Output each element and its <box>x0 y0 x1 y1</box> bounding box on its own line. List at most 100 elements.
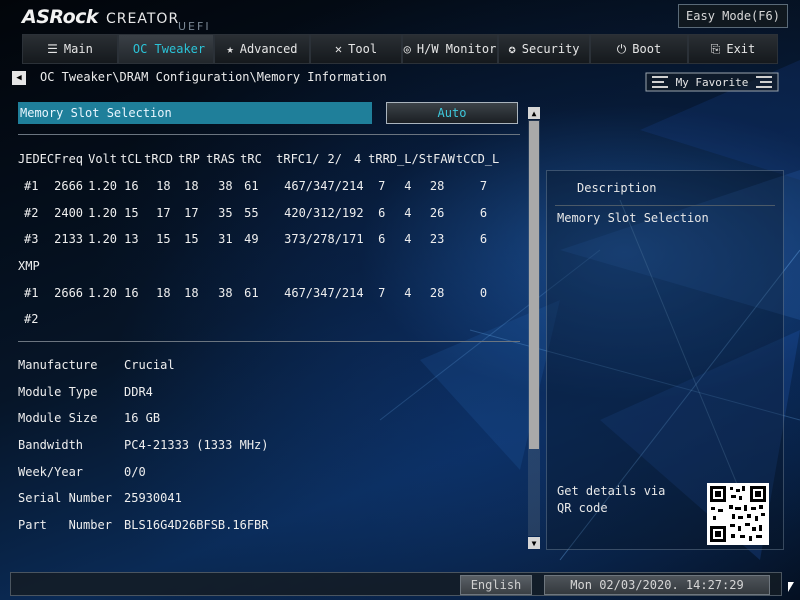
tab-main[interactable]: ☰ Main <box>22 34 118 64</box>
scroll-down-icon[interactable]: ▼ <box>528 537 540 549</box>
cell-id: #2 <box>24 205 39 220</box>
info-value: BLS16G4D26BFSB.16FBR <box>124 517 269 532</box>
cell-trrd-s: 4 <box>404 232 412 247</box>
easy-mode-button[interactable]: Easy Mode(F6) <box>678 4 788 28</box>
cell-id: #1 <box>24 179 39 194</box>
list-icon: ☰ <box>47 42 58 56</box>
cell-tcl: 16 <box>124 285 139 300</box>
scrollbar[interactable]: ▲ ▼ <box>528 107 540 549</box>
info-label: Bandwidth <box>18 438 84 453</box>
cell-tras: 38 <box>218 179 233 194</box>
back-button[interactable]: ◀ <box>12 71 26 85</box>
cell-trcd: 18 <box>156 179 171 194</box>
tab-label: Boot <box>632 42 662 56</box>
cell-trrd-l: 7 <box>378 179 386 194</box>
cell-trfc: 420/312/192 <box>284 205 364 220</box>
info-label: Week/Year <box>18 464 84 479</box>
cell-trc: 61 <box>244 285 259 300</box>
list-item: Module Type DDR4 <box>18 379 269 406</box>
timing-table: JEDEC Freq Volt tCL tRCD tRP tRAS tRC tR… <box>18 146 499 333</box>
firmware-label: UEFI <box>178 20 211 33</box>
monitor-icon: ◎ <box>403 42 411 56</box>
table-header-row: JEDEC Freq Volt tCL tRCD tRP tRAS tRC tR… <box>18 146 499 173</box>
cell-freq: 2666 <box>54 179 84 194</box>
memory-slot-selection-dropdown[interactable]: Auto <box>386 102 518 124</box>
info-value: 25930041 <box>124 491 182 506</box>
cell-tccd-l: 0 <box>479 285 488 300</box>
cell-tccd-l: 6 <box>479 205 488 220</box>
cell-freq: 2666 <box>54 285 84 300</box>
cell-trrd-l: 7 <box>378 285 386 300</box>
cell-trrd-l: 6 <box>378 205 386 220</box>
column-header: tCCD_L <box>455 152 500 167</box>
info-value: 16 GB <box>124 411 161 426</box>
cell-trc: 61 <box>244 179 259 194</box>
star-icon: ★ <box>226 42 234 56</box>
cell-tras: 38 <box>218 285 233 300</box>
cell-trrd-s: 4 <box>404 285 412 300</box>
asrock-logo: ASRock CREATOR UEFI <box>22 6 209 33</box>
scroll-up-icon[interactable]: ▲ <box>528 107 540 119</box>
tab-tool[interactable]: ✕ Tool <box>310 34 402 64</box>
tab-boot[interactable]: ⏻ Boot <box>590 34 688 64</box>
column-header: tCL <box>120 152 142 167</box>
cell-tras: 31 <box>218 232 233 247</box>
info-label: Serial Number <box>18 491 112 506</box>
cell-trp: 18 <box>184 285 199 300</box>
shield-icon: ✪ <box>508 42 516 56</box>
cell-volt: 1.20 <box>88 232 118 247</box>
header-trfc2: 2/ <box>327 152 342 167</box>
tab-label: H/W Monitor <box>416 42 497 56</box>
cell-trfc: 467/347/214 <box>284 285 364 300</box>
cell-trp: 17 <box>184 205 199 220</box>
list-item: Serial Number 25930041 <box>18 485 269 512</box>
divider <box>18 341 520 342</box>
column-header: tRC <box>240 152 262 167</box>
cell-volt: 1.20 <box>88 285 118 300</box>
list-item: Manufacture Crucial <box>18 352 269 379</box>
tab-hw-monitor[interactable]: ◎ H/W Monitor <box>402 34 498 64</box>
list-item: Bandwidth PC4-21333 (1333 MHz) <box>18 432 269 459</box>
info-value: 0/0 <box>124 464 146 479</box>
table-row: #3 2133 1.20 13 15 15 31 49 373/278/171 … <box>18 226 499 253</box>
column-header: Volt <box>88 152 118 167</box>
header-trfc4: 4 <box>353 152 362 167</box>
cell-tfaw: 28 <box>429 285 445 300</box>
description-text: Memory Slot Selection <box>557 211 709 225</box>
product-name: CREATOR <box>106 11 180 27</box>
info-label: Module Size <box>18 411 98 426</box>
tab-oc-tweaker[interactable]: OC Tweaker <box>118 34 214 64</box>
mouse-cursor-icon <box>788 582 794 592</box>
tab-security[interactable]: ✪ Security <box>498 34 590 64</box>
language-button[interactable]: English <box>460 575 532 595</box>
qr-hint: Get details via QR code <box>557 484 666 515</box>
column-header: Freq <box>54 152 84 167</box>
column-header: tRCD <box>144 152 174 167</box>
tab-label: Tool <box>348 42 378 56</box>
xmp-section-row: XMP <box>18 253 499 280</box>
cell-tfaw: 26 <box>429 205 445 220</box>
scroll-thumb[interactable] <box>529 121 539 449</box>
tab-label: OC Tweaker <box>132 42 206 56</box>
cell-freq: 2400 <box>54 205 84 220</box>
cell-volt: 1.20 <box>88 205 118 220</box>
info-value: DDR4 <box>124 384 153 399</box>
table-row: #2 <box>18 306 499 333</box>
column-header: tRAS <box>206 152 236 167</box>
my-favorite-button[interactable]: My Favorite <box>642 70 782 94</box>
datetime-display: Mon 02/03/2020. 14:27:29 <box>544 575 770 595</box>
tab-exit[interactable]: ⎘ Exit <box>688 34 778 64</box>
cell-trrd-l: 6 <box>378 232 386 247</box>
tab-advanced[interactable]: ★ Advanced <box>214 34 310 64</box>
cell-id: #3 <box>24 232 39 247</box>
cell-tfaw: 23 <box>429 232 445 247</box>
tab-label: Exit <box>726 42 756 56</box>
tools-icon: ✕ <box>334 42 343 56</box>
cell-trc: 49 <box>244 232 259 247</box>
info-value: Crucial <box>124 358 175 373</box>
cell-tccd-l: 6 <box>479 232 488 247</box>
memory-slot-selection-label[interactable]: Memory Slot Selection <box>18 102 372 124</box>
cell-tras: 35 <box>218 205 233 220</box>
table-row: #1 2666 1.20 16 18 18 38 61 467/347/214 … <box>18 173 499 200</box>
qr-code-icon <box>707 483 769 545</box>
